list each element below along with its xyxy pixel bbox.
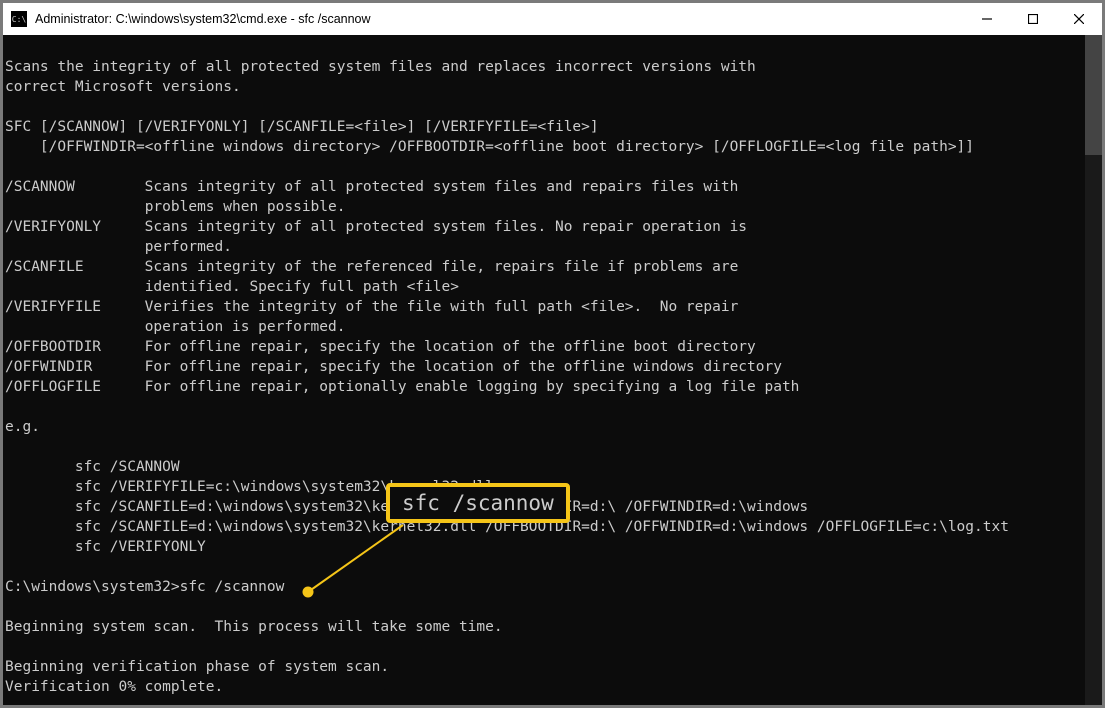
terminal-line <box>5 157 1083 177</box>
titlebar[interactable]: C:\ Administrator: C:\windows\system32\c… <box>3 3 1102 35</box>
terminal-line <box>5 97 1083 117</box>
terminal-line <box>5 597 1083 617</box>
scroll-thumb[interactable] <box>1085 35 1102 155</box>
terminal-line: e.g. <box>5 417 1083 437</box>
terminal-line: [/OFFWINDIR=<offline windows directory> … <box>5 137 1083 157</box>
terminal-line: /OFFBOOTDIR For offline repair, specify … <box>5 337 1083 357</box>
terminal-line: Verification 0% complete. <box>5 677 1083 697</box>
terminal-line <box>5 437 1083 457</box>
minimize-button[interactable] <box>964 3 1010 35</box>
scrollbar[interactable] <box>1085 35 1102 705</box>
terminal-line: SFC [/SCANNOW] [/VERIFYONLY] [/SCANFILE=… <box>5 117 1083 137</box>
terminal-line: Beginning verification phase of system s… <box>5 657 1083 677</box>
window-title: Administrator: C:\windows\system32\cmd.e… <box>35 12 371 26</box>
terminal-line: /SCANFILE Scans integrity of the referen… <box>5 257 1083 277</box>
maximize-button[interactable] <box>1010 3 1056 35</box>
terminal-line: performed. <box>5 237 1083 257</box>
terminal-line: identified. Specify full path <file> <box>5 277 1083 297</box>
terminal-line: /VERIFYONLY Scans integrity of all prote… <box>5 217 1083 237</box>
terminal-area: Scans the integrity of all protected sys… <box>3 35 1102 705</box>
cmd-icon: C:\ <box>11 11 27 27</box>
terminal-line: sfc /SCANFILE=d:\windows\system32\kernel… <box>5 497 1083 517</box>
terminal-line <box>5 637 1083 657</box>
terminal-line: /OFFLOGFILE For offline repair, optional… <box>5 377 1083 397</box>
terminal-line <box>5 37 1083 57</box>
terminal-line: Scans the integrity of all protected sys… <box>5 57 1083 77</box>
terminal-line: sfc /SCANNOW <box>5 457 1083 477</box>
cmd-window: C:\ Administrator: C:\windows\system32\c… <box>2 2 1103 706</box>
terminal-line: problems when possible. <box>5 197 1083 217</box>
terminal-line: /OFFWINDIR For offline repair, specify t… <box>5 357 1083 377</box>
terminal-line: Beginning system scan. This process will… <box>5 617 1083 637</box>
terminal-line <box>5 397 1083 417</box>
terminal-line: operation is performed. <box>5 317 1083 337</box>
terminal-line: /SCANNOW Scans integrity of all protecte… <box>5 177 1083 197</box>
window-controls <box>964 3 1102 35</box>
terminal-output[interactable]: Scans the integrity of all protected sys… <box>3 35 1085 705</box>
terminal-line: sfc /VERIFYFILE=c:\windows\system32\kern… <box>5 477 1083 497</box>
terminal-line: sfc /SCANFILE=d:\windows\system32\kernel… <box>5 517 1083 537</box>
terminal-line <box>5 557 1083 577</box>
terminal-line: /VERIFYFILE Verifies the integrity of th… <box>5 297 1083 317</box>
terminal-line: C:\windows\system32>sfc /scannow <box>5 577 1083 597</box>
close-button[interactable] <box>1056 3 1102 35</box>
terminal-line: correct Microsoft versions. <box>5 77 1083 97</box>
terminal-line: sfc /VERIFYONLY <box>5 537 1083 557</box>
